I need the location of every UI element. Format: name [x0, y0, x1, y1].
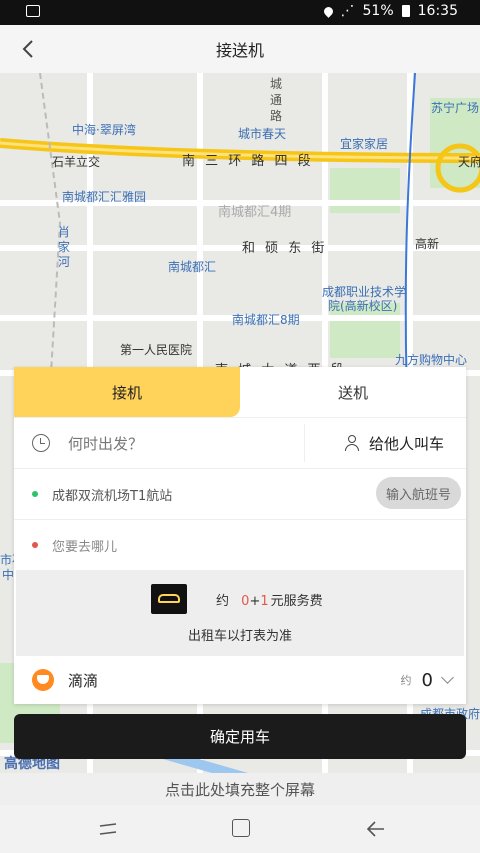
- confirm-ride-button[interactable]: 确定用车: [14, 714, 466, 759]
- map-label: 宜家家居: [340, 137, 389, 151]
- map-label: 石羊立交: [52, 155, 101, 169]
- gallery-icon: [26, 5, 40, 17]
- recent-apps-icon[interactable]: [98, 823, 118, 835]
- system-nav-bar: [0, 805, 480, 853]
- page-title: 接送机: [215, 41, 264, 60]
- app-header: 接送机: [0, 25, 480, 73]
- fee-service: 1: [260, 594, 269, 609]
- provider-row[interactable]: 滴滴 约 0: [14, 656, 466, 704]
- fee-estimate-card: 约 0+1 元服务费 出租车以打表为准: [16, 570, 464, 656]
- map-label: 南城都汇: [168, 260, 217, 274]
- map-label: 院(高新校区): [328, 299, 398, 313]
- map-label: 通: [270, 93, 283, 107]
- fee-plus: +: [249, 594, 261, 609]
- booking-panel: 接机 送机 何时出发？ 给他人叫车 成都双流机场T1航站 输入航班号 您要去哪儿…: [14, 367, 466, 704]
- row-divider: [304, 424, 305, 462]
- map-label: 中海·翠屏湾: [72, 123, 136, 137]
- destination-dot-icon: [32, 542, 38, 548]
- call-for-other-label: 给他人叫车: [368, 434, 444, 453]
- battery-percent: 51%: [362, 3, 394, 19]
- destination-field[interactable]: 您要去哪儿: [52, 536, 117, 555]
- map-label: 和 硕 东 街: [242, 241, 328, 256]
- time-row: 何时出发？ 给他人叫车: [14, 417, 466, 468]
- call-for-other-button[interactable]: 给他人叫车: [344, 433, 444, 454]
- map-label: 城: [270, 77, 283, 91]
- fill-screen-bar[interactable]: 点击此处填充整个屏幕: [0, 773, 480, 805]
- battery-icon: [401, 5, 410, 17]
- didi-logo-icon: [32, 669, 54, 691]
- map-label: 中: [2, 568, 15, 582]
- map-label: 高新: [415, 237, 440, 251]
- home-icon[interactable]: [232, 819, 250, 837]
- map-label: 南 三 环 路 四 段: [182, 154, 314, 169]
- status-bar: ⋰ 51% 16:35: [0, 0, 480, 25]
- origin-dot-icon: [32, 491, 38, 497]
- clock-icon: [32, 434, 50, 452]
- map-label: 南城都汇8期: [232, 313, 300, 327]
- map-label: 苏宁广场: [431, 101, 480, 115]
- map-label: 第一人民医院: [120, 343, 193, 357]
- map-label: 城市春天: [238, 127, 287, 141]
- map-label: 南城都汇4期: [218, 205, 292, 220]
- price-approx: 约: [400, 674, 412, 687]
- fee-note: 出租车以打表为准: [187, 629, 292, 644]
- origin-row[interactable]: 成都双流机场T1航站 输入航班号: [14, 468, 466, 519]
- map-label: 天府: [458, 155, 480, 169]
- tab-dropoff[interactable]: 送机: [240, 367, 466, 417]
- provider-price: 约 0: [400, 669, 454, 691]
- price-value: 0: [421, 669, 433, 691]
- person-icon: [344, 435, 359, 451]
- map-label: 路: [270, 109, 283, 123]
- clock-time: 16:35: [417, 3, 458, 19]
- tab-pickup[interactable]: 接机: [14, 367, 240, 417]
- flight-number-button[interactable]: 输入航班号: [375, 477, 461, 509]
- status-indicators: ⋰ 51% 16:35: [321, 3, 458, 19]
- trip-type-tabs: 接机 送机: [14, 367, 466, 417]
- map-label: 南城都汇汇雅园: [62, 190, 147, 204]
- map-label: 河: [58, 255, 71, 269]
- chevron-down-icon[interactable]: [441, 671, 454, 684]
- provider-name: 滴滴: [68, 671, 99, 690]
- taxi-icon: [151, 584, 187, 614]
- fee-prefix: 约: [216, 594, 230, 609]
- destination-row[interactable]: 您要去哪儿: [14, 519, 466, 570]
- map-label: 九方购物中心: [395, 353, 468, 367]
- back-icon[interactable]: [366, 819, 386, 839]
- fee-estimate: 约 0+1 元服务费: [216, 590, 323, 609]
- origin-location: 成都双流机场T1航站: [52, 488, 173, 504]
- wifi-signal-icon: ⋰: [340, 3, 355, 19]
- fee-suffix: 元服务费: [270, 594, 323, 609]
- departure-time-field[interactable]: 何时出发？: [68, 433, 143, 454]
- back-arrow-icon[interactable]: [18, 38, 40, 60]
- location-icon: [321, 4, 335, 18]
